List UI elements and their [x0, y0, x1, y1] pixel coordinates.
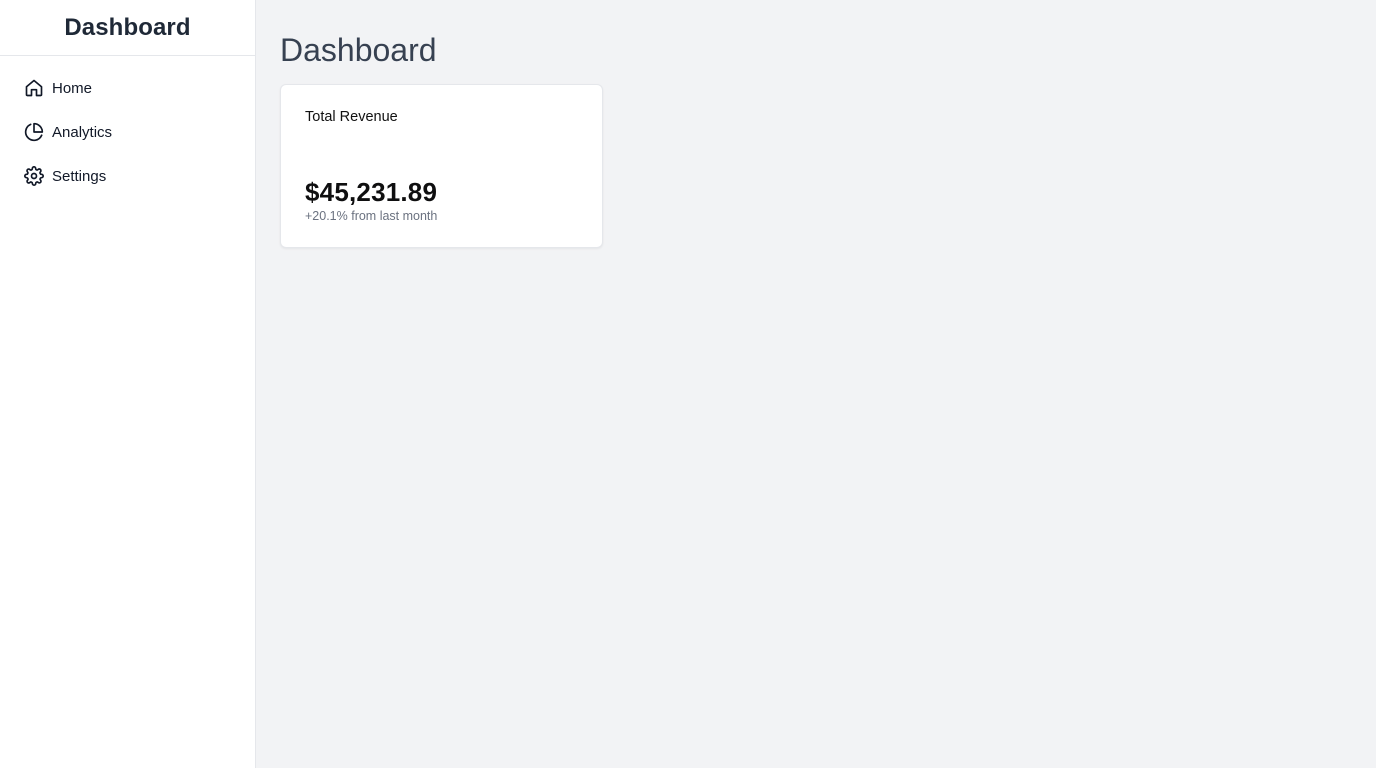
sidebar: Dashboard Home Analytics Settings	[0, 0, 256, 768]
sidebar-item-analytics[interactable]: Analytics	[0, 110, 255, 154]
sidebar-item-settings[interactable]: Settings	[0, 154, 255, 198]
card-subtitle: +20.1% from last month	[305, 209, 438, 223]
sidebar-header: Dashboard	[0, 0, 255, 56]
sidebar-item-home[interactable]: Home	[0, 66, 255, 110]
gear-icon	[24, 166, 44, 186]
main-content: Dashboard Total Revenue $45,231.89 +20.1…	[256, 0, 1376, 768]
pie-chart-icon	[24, 122, 44, 142]
revenue-card: Total Revenue $45,231.89 +20.1% from las…	[280, 84, 603, 248]
sidebar-nav: Home Analytics Settings	[0, 56, 255, 198]
sidebar-item-label: Home	[52, 79, 93, 97]
card-title: Total Revenue	[305, 109, 398, 125]
sidebar-item-label: Analytics	[52, 123, 113, 141]
sidebar-title: Dashboard	[64, 13, 191, 41]
page-title: Dashboard	[280, 32, 437, 68]
card-value: $45,231.89	[305, 177, 438, 207]
sidebar-item-label: Settings	[52, 167, 107, 185]
home-icon	[24, 78, 44, 98]
